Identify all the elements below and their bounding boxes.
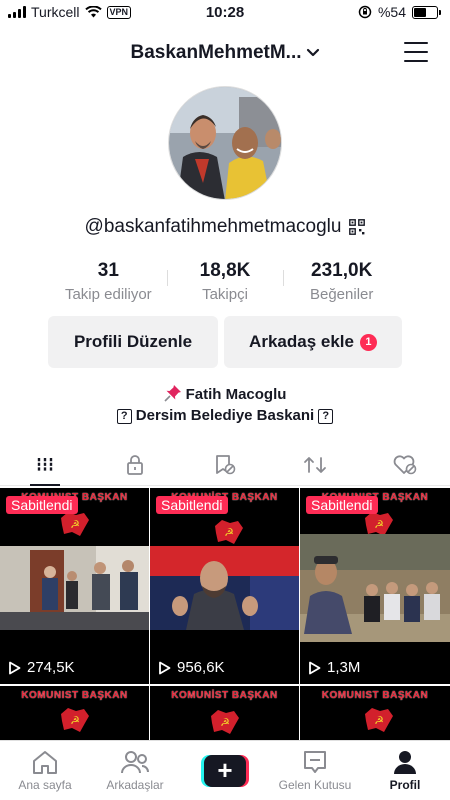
notification-badge: 1 [359, 333, 377, 351]
svg-text:☭: ☭ [224, 526, 234, 539]
likes-label: Beğeniler [309, 286, 374, 303]
video-thumbnail[interactable]: KOMUNIST BAŞKAN Sabitlendi ☭ 274,5K [0, 488, 149, 684]
map-emblem-icon: ☭ [61, 512, 89, 536]
account-name: BaskanMehmetM... [130, 42, 302, 63]
video-thumbnail[interactable]: KOMUNIST BAŞKAN Sabitlendi ☭ 1,3M [300, 488, 450, 684]
view-count-text: 1,3M [327, 659, 361, 676]
likes-stat[interactable]: 231,0K Beğeniler [283, 260, 400, 303]
svg-text:☭: ☭ [70, 518, 80, 531]
pinned-badge: Sabitlendi [6, 496, 78, 514]
nav-home[interactable]: Ana sayfa [0, 741, 90, 800]
video-thumbnail[interactable]: KOMUNİST BAŞKAN ☭ [150, 686, 299, 740]
profile-bio: Fatih Macoglu ? Dersim Belediye Baskani? [0, 384, 450, 426]
nav-home-label: Ana sayfa [18, 778, 72, 792]
profile-icon [394, 751, 416, 774]
view-count-text: 274,5K [27, 659, 75, 676]
video-still [150, 546, 299, 630]
view-count: 274,5K [8, 659, 75, 676]
pin-icon [164, 385, 181, 402]
edit-profile-label: Profili Düzenle [73, 332, 193, 351]
nav-friends-label: Arkadaşlar [106, 778, 164, 792]
pinned-badge: Sabitlendi [156, 496, 228, 514]
video-still [0, 546, 149, 630]
map-emblem-icon: ☭ [211, 710, 239, 734]
profile-stats: 31 Takip ediliyor 18,8K Takipçi 231,0K B… [50, 260, 400, 303]
chevron-down-icon [306, 48, 319, 57]
inbox-icon [304, 751, 326, 773]
likes-count: 231,0K [311, 260, 373, 281]
play-icon [309, 661, 321, 674]
tab-saved[interactable] [180, 444, 270, 485]
grid-icon [37, 457, 53, 472]
profile-tabs [0, 444, 450, 486]
bio-line-2: ? Dersim Belediye Baskani? [0, 405, 450, 426]
bio-title: Dersim Belediye Baskani [135, 407, 315, 424]
video-grid: KOMUNIST BAŞKAN Sabitlendi ☭ 274,5K KOMU… [0, 488, 450, 740]
svg-text:☭: ☭ [374, 714, 384, 727]
add-friend-button[interactable]: Arkadaş ekle 1 [224, 316, 402, 368]
svg-text:☭: ☭ [374, 518, 384, 531]
edit-profile-button[interactable]: Profili Düzenle [48, 316, 218, 368]
bio-line-1: Fatih Macoglu [0, 384, 450, 405]
followers-label: Takipçi [202, 286, 248, 303]
tab-videos[interactable] [0, 444, 90, 486]
lock-icon [127, 454, 143, 475]
following-count: 31 [97, 260, 119, 281]
repost-icon [304, 456, 326, 473]
nav-friends[interactable]: Arkadaşlar [90, 741, 180, 800]
video-thumbnail[interactable]: KOMUNIST BAŞKAN ☭ [300, 686, 450, 740]
following-label: Takip ediliyor [64, 286, 152, 303]
battery-percent: %54 [377, 4, 406, 20]
orientation-lock-icon [358, 5, 372, 19]
nav-create[interactable]: + [180, 741, 270, 800]
friends-icon [121, 751, 149, 774]
bio-name: Fatih Macoglu [185, 386, 287, 403]
status-bar: Turkcell VPN 10:28 %54 [0, 0, 450, 26]
nav-profile[interactable]: Profil [360, 741, 450, 800]
video-caption: KOMUNIST BAŞKAN [21, 690, 128, 701]
view-count-text: 956,6K [177, 659, 225, 676]
tab-liked[interactable] [360, 444, 450, 485]
liked-icon [393, 454, 417, 474]
plus-icon: + [201, 755, 249, 787]
video-still [300, 534, 450, 642]
following-stat[interactable]: 31 Takip ediliyor [50, 260, 167, 303]
video-caption: KOMUNİST BAŞKAN [171, 690, 278, 701]
profile-header: BaskanMehmetM... [0, 36, 450, 72]
account-switcher[interactable]: BaskanMehmetM... [0, 42, 450, 64]
menu-icon[interactable] [404, 42, 428, 62]
play-icon [159, 661, 171, 674]
profile-actions: Profili Düzenle Arkadaş ekle 1 [48, 316, 402, 368]
view-count: 1,3M [308, 659, 360, 676]
view-count: 956,6K [158, 659, 225, 676]
unknown-glyph-box: ? [318, 408, 334, 424]
map-emblem-icon: ☭ [365, 708, 393, 732]
play-icon [9, 661, 21, 674]
tab-reposts[interactable] [270, 444, 360, 485]
unknown-glyph-box: ? [116, 408, 132, 424]
home-icon [33, 751, 57, 774]
svg-text:☭: ☭ [70, 714, 80, 727]
bottom-nav: Ana sayfa Arkadaşlar + Gelen Kutusu Prof… [0, 740, 450, 800]
qr-code-icon[interactable] [349, 219, 366, 235]
nav-inbox[interactable]: Gelen Kutusu [270, 741, 360, 800]
battery-icon [412, 5, 441, 19]
map-emblem-icon: ☭ [61, 708, 89, 732]
bookmark-icon [216, 454, 236, 474]
nav-inbox-label: Gelen Kutusu [278, 778, 352, 792]
video-thumbnail[interactable]: KOMUNİST BAŞKAN Sabitlendi ☭ 956,6K [150, 488, 299, 684]
add-friend-label: Arkadaş ekle [249, 332, 354, 351]
tab-private[interactable] [90, 444, 180, 485]
video-thumbnail[interactable]: KOMUNIST BAŞKAN ☭ [0, 686, 149, 740]
map-emblem-icon: ☭ [215, 520, 243, 544]
nav-profile-label: Profil [389, 778, 421, 792]
followers-count: 18,8K [199, 260, 251, 281]
video-caption: KOMUNIST BAŞKAN [321, 690, 429, 701]
username-text: @baskanfatihmehmetmacoglu [84, 216, 342, 237]
followers-stat[interactable]: 18,8K Takipçi [166, 260, 284, 303]
svg-text:☭: ☭ [220, 716, 230, 729]
profile-username: @baskanfatihmehmetmacoglu [0, 216, 450, 238]
avatar[interactable] [168, 86, 282, 200]
pinned-badge: Sabitlendi [306, 496, 378, 514]
